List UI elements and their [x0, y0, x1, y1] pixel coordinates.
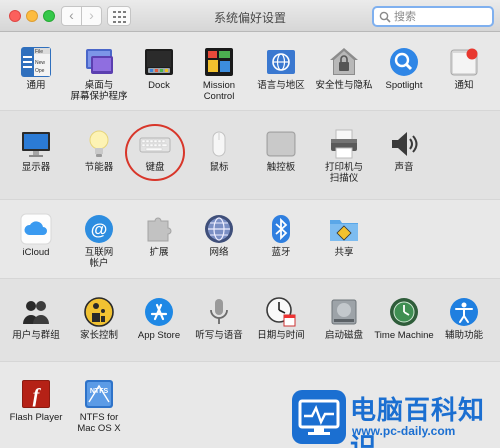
time-machine-icon: [390, 298, 418, 326]
system-preferences-window: ‹ › 系统偏好设置 搜索 File New Ope 通用 桌面与 屏幕保护程序…: [0, 0, 500, 448]
pane-bluetooth[interactable]: 蓝牙: [248, 213, 314, 285]
users-groups-icon: [23, 301, 49, 324]
mission-control-icon: [205, 48, 233, 76]
search-input[interactable]: [394, 9, 490, 24]
pane-icloud[interactable]: iCloud: [3, 213, 69, 285]
general-icon-text: File: [35, 49, 43, 55]
spotlight-icon: [390, 48, 418, 76]
pane-ntfs[interactable]: NTFS NTFS for Mac OS X: [66, 378, 132, 448]
pane-users[interactable]: 用户与群组: [3, 296, 69, 368]
pane-mission-control[interactable]: Mission Control: [186, 46, 252, 118]
pane-flash-player[interactable]: f Flash Player: [3, 378, 69, 448]
clock-icon: [266, 297, 296, 327]
pane-notifications[interactable]: 通知: [431, 46, 497, 118]
parental-controls-icon: [84, 297, 114, 327]
mouse-icon: [212, 131, 226, 157]
internet-accounts-icon: @: [85, 215, 113, 243]
pane-label: 声音: [394, 162, 414, 173]
pane-accessibility[interactable]: 辅助功能: [431, 296, 497, 368]
pane-date-time[interactable]: 日期与时间: [248, 296, 314, 368]
dock-icon: [145, 49, 173, 75]
search-icon: [379, 11, 391, 23]
pane-displays[interactable]: 显示器: [3, 128, 69, 200]
pane-sound[interactable]: 声音: [371, 128, 437, 200]
sharing-icon: [330, 220, 358, 241]
icloud-icon: [20, 213, 52, 245]
watermark: 电脑百科知识 www.pc-daily.com: [292, 386, 500, 448]
highlight-circle: [125, 124, 185, 181]
flash-player-icon: f: [22, 380, 50, 408]
svg-text:@: @: [91, 220, 108, 239]
language-region-icon: [267, 50, 295, 74]
ntfs-icon: NTFS: [85, 380, 113, 408]
speaker-icon: [392, 132, 418, 156]
pane-network[interactable]: 网络: [186, 213, 252, 285]
watermark-title: 电脑百科知识: [350, 395, 486, 448]
pane-language[interactable]: 语言与地区: [248, 46, 314, 118]
bluetooth-icon: [272, 215, 290, 243]
ntfs-glyph: NTFS: [90, 388, 109, 395]
pane-dictation[interactable]: 听写与语音: [186, 296, 252, 368]
monitor-icon: [298, 399, 340, 435]
pane-general[interactable]: File New Ope 通用: [3, 46, 69, 118]
search-field[interactable]: [372, 6, 494, 27]
security-privacy-icon: [330, 48, 358, 75]
svg-text:New: New: [35, 60, 45, 66]
pane-sharing[interactable]: 共享: [311, 213, 377, 285]
pane-label: 通知: [454, 80, 474, 91]
notifications-icon: [450, 48, 478, 76]
pane-label: NTFS for Mac OS X: [77, 412, 121, 434]
general-icon: File New Ope: [21, 47, 51, 77]
pane-label: 共享: [334, 247, 354, 258]
title-bar: ‹ › 系统偏好设置: [0, 0, 500, 32]
accessibility-icon: [450, 298, 478, 326]
pane-label: 辅助功能: [444, 330, 483, 341]
startup-disk-icon: [331, 299, 357, 325]
microphone-icon: [210, 299, 228, 324]
app-store-icon: [145, 298, 173, 326]
svg-text:Ope: Ope: [35, 68, 45, 74]
watermark-url: www.pc-daily.com: [352, 424, 456, 438]
pane-trackpad[interactable]: 触控板: [248, 128, 314, 200]
pane-mouse[interactable]: 鼠标: [186, 128, 252, 200]
desktop-screensaver-icon: [86, 49, 113, 74]
watermark-logo: [292, 390, 346, 444]
display-icon: [22, 132, 50, 157]
trackpad-icon: [266, 131, 296, 157]
printer-icon: [331, 129, 357, 159]
network-icon: [205, 215, 233, 243]
extensions-icon: [147, 217, 172, 242]
energy-saver-icon: [89, 130, 109, 157]
